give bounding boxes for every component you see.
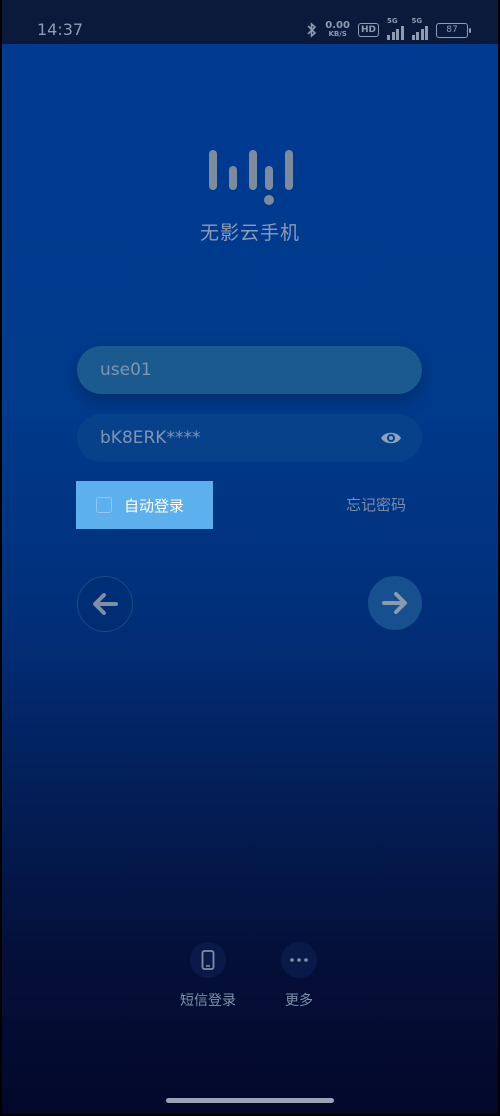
username-value: use01 bbox=[100, 360, 152, 380]
show-password-eye-icon[interactable] bbox=[380, 428, 402, 448]
signal-5g-icon: 5G bbox=[387, 17, 404, 40]
phone-icon bbox=[201, 950, 215, 970]
forgot-password-link[interactable]: 忘记密码 bbox=[346, 494, 406, 515]
battery-icon: 87 bbox=[436, 22, 471, 38]
auto-login-label: 自动登录 bbox=[124, 496, 185, 515]
sms-login-option[interactable]: 短信登录 bbox=[173, 942, 243, 1010]
status-bar: 14:37 0.00 KB/S HD 5G 5G 87 bbox=[0, 0, 500, 44]
arrow-left-icon bbox=[93, 593, 118, 615]
signal-5g-icon: 5G bbox=[411, 17, 428, 40]
status-icons: 0.00 KB/S HD 5G 5G 87 bbox=[307, 17, 471, 40]
more-icon bbox=[290, 958, 308, 962]
bluetooth-icon bbox=[307, 22, 317, 38]
more-label: 更多 bbox=[285, 993, 313, 1009]
more-option[interactable]: 更多 bbox=[264, 942, 334, 1010]
checkbox-icon[interactable] bbox=[96, 497, 112, 513]
sms-login-button[interactable] bbox=[190, 942, 226, 978]
username-input[interactable]: use01 bbox=[77, 346, 422, 394]
status-time: 14:37 bbox=[37, 20, 84, 39]
app-name: 无影云手机 bbox=[199, 222, 300, 244]
password-value: bK8ERK**** bbox=[100, 428, 201, 448]
hd-badge: HD bbox=[357, 23, 379, 37]
arrow-right-icon bbox=[382, 592, 407, 614]
more-button[interactable] bbox=[281, 942, 317, 978]
login-next-button[interactable] bbox=[368, 576, 422, 630]
sms-login-label: 短信登录 bbox=[180, 993, 236, 1009]
password-input[interactable]: bK8ERK**** bbox=[77, 414, 422, 462]
back-button[interactable] bbox=[77, 576, 133, 632]
app-logo-icon bbox=[209, 150, 293, 205]
home-indicator[interactable] bbox=[166, 1098, 334, 1103]
auto-login-checkbox[interactable]: 自动登录 bbox=[76, 481, 213, 529]
network-speed: 0.00 KB/S bbox=[325, 20, 350, 39]
